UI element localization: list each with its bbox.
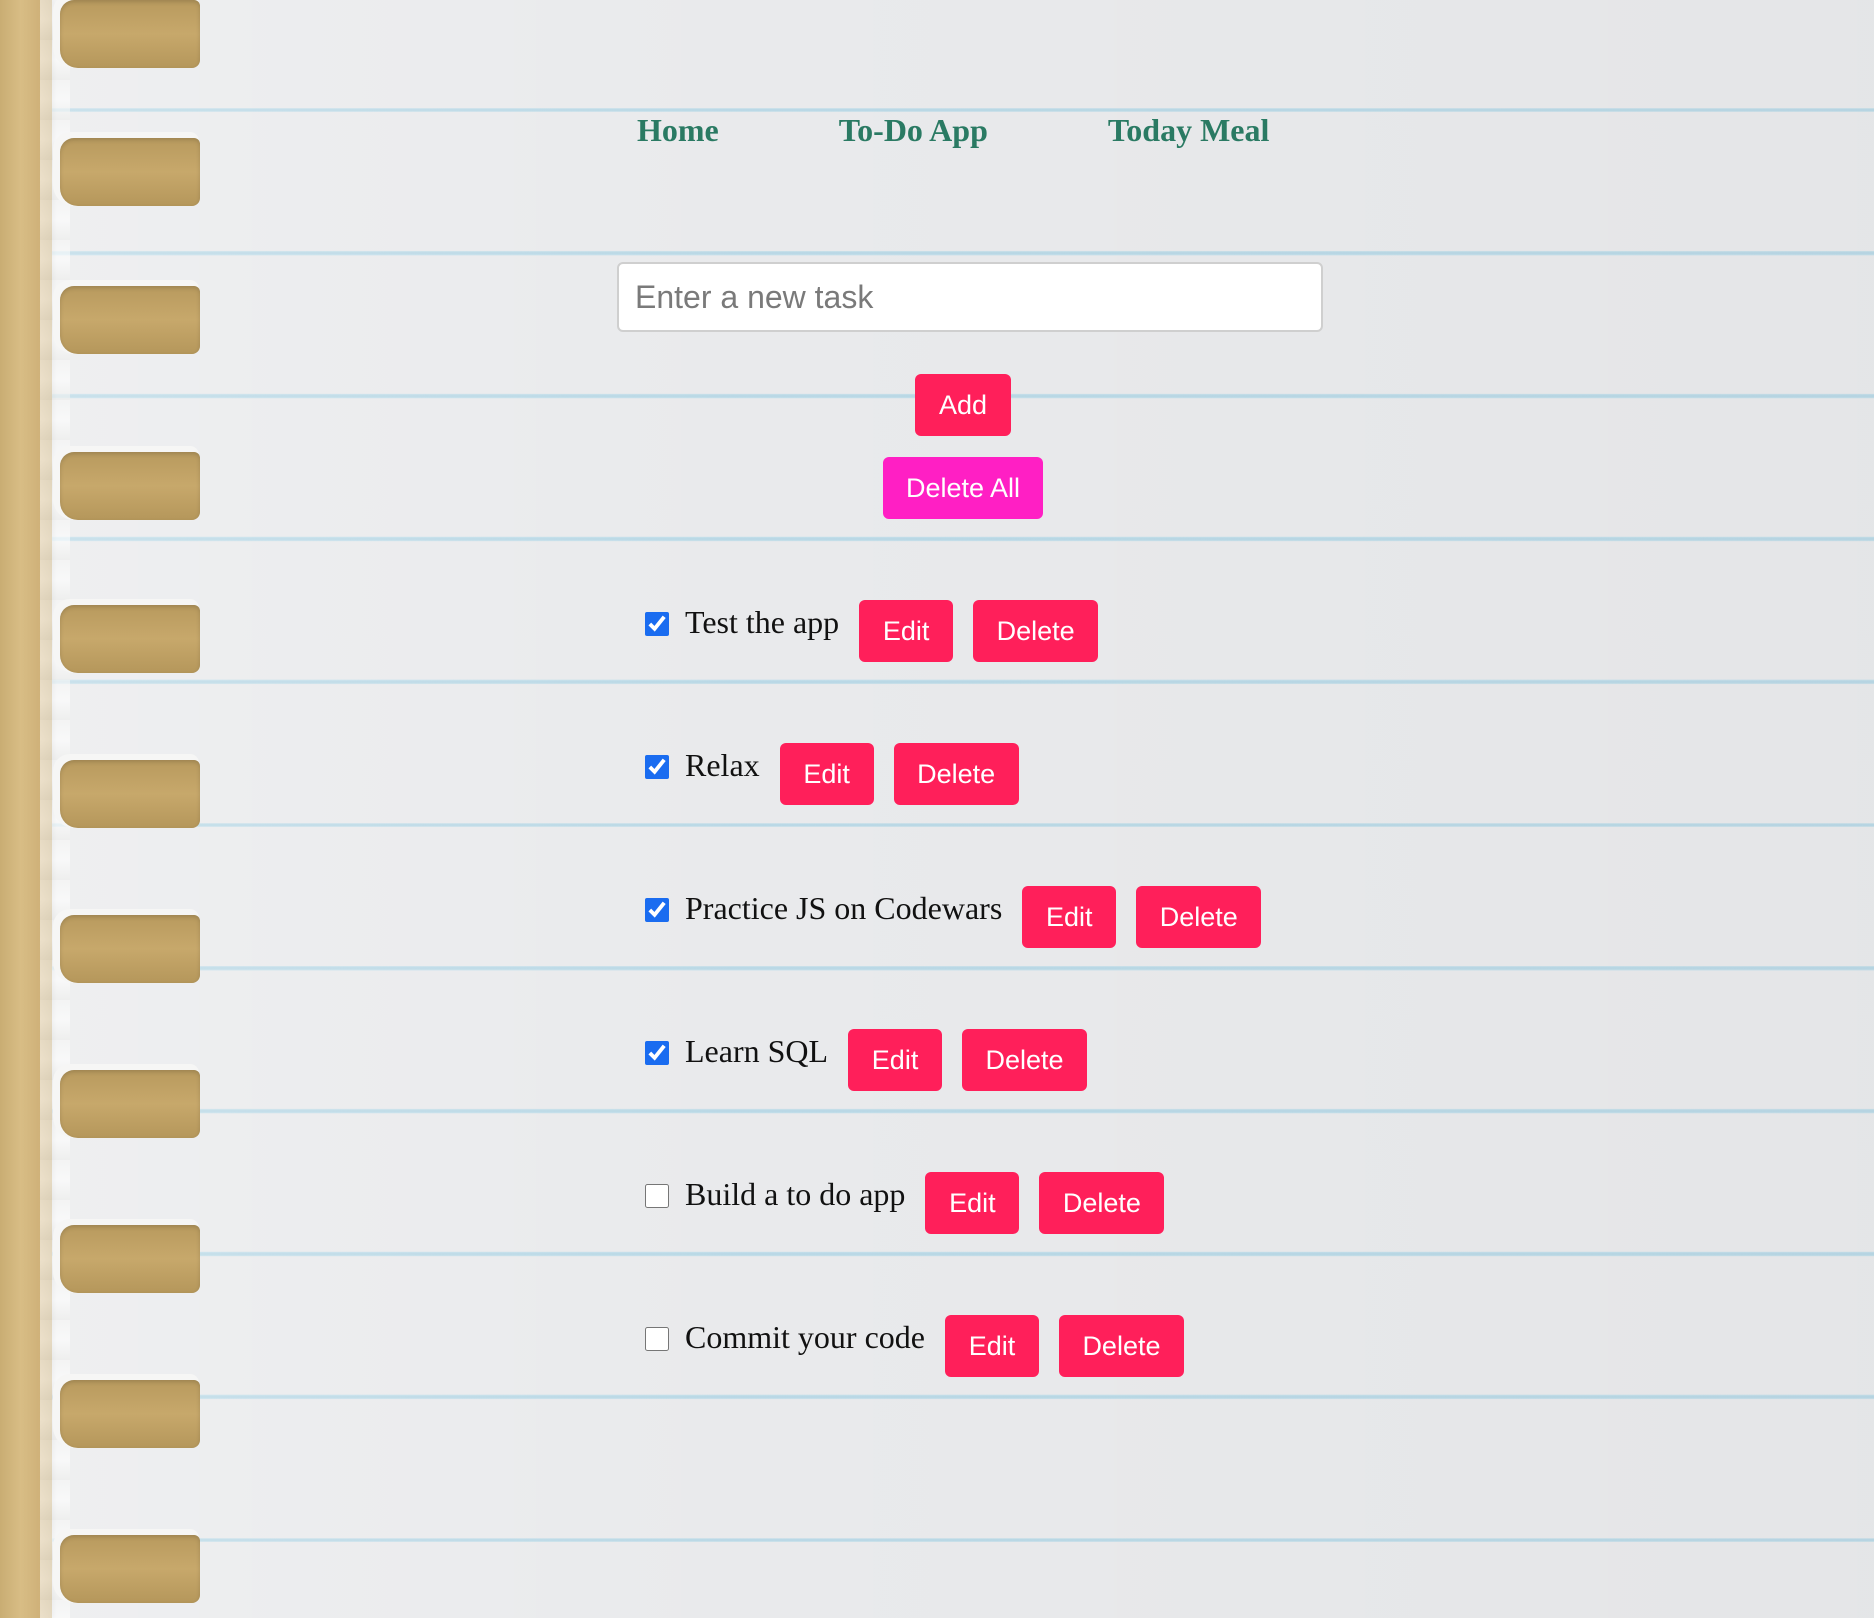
binder-hole (60, 760, 200, 828)
delete-task-button[interactable]: Delete (973, 600, 1099, 662)
task-list: Test the app Edit Delete Relax Edit Dele… (643, 600, 1262, 1458)
task-checkbox[interactable] (645, 898, 669, 922)
main-nav: Home To-Do App Today Meal (637, 112, 1269, 149)
binder-hole (60, 605, 200, 673)
task-item: Relax Edit Delete (643, 743, 1261, 886)
binder-hole (60, 915, 200, 983)
task-checkbox[interactable] (645, 1041, 669, 1065)
nav-link-home[interactable]: Home (637, 112, 719, 149)
delete-task-button[interactable]: Delete (1039, 1172, 1165, 1234)
task-checkbox[interactable] (645, 755, 669, 779)
task-text: Practice JS on Codewars (685, 890, 1003, 926)
task-item: Practice JS on Codewars Edit Delete (643, 886, 1262, 1029)
delete-task-button[interactable]: Delete (1136, 886, 1262, 948)
binder-hole (60, 138, 200, 206)
nav-link-today-meal[interactable]: Today Meal (1108, 112, 1270, 149)
binder-hole (60, 1225, 200, 1293)
new-task-input[interactable] (617, 262, 1323, 332)
delete-task-button[interactable]: Delete (962, 1029, 1088, 1091)
edit-task-button[interactable]: Edit (944, 1315, 1039, 1377)
binder-hole (60, 1535, 200, 1603)
binder-hole (60, 0, 200, 68)
edit-task-button[interactable]: Edit (848, 1029, 943, 1091)
add-button[interactable]: Add (915, 374, 1011, 436)
task-text: Test the app (685, 604, 840, 640)
delete-task-button[interactable]: Delete (1058, 1315, 1184, 1377)
delete-all-button[interactable]: Delete All (883, 457, 1043, 519)
edit-task-button[interactable]: Edit (925, 1172, 1020, 1234)
task-item: Test the app Edit Delete (643, 600, 1261, 743)
task-item: Learn SQL Edit Delete (643, 1029, 1261, 1172)
edit-task-button[interactable]: Edit (859, 600, 954, 662)
task-checkbox[interactable] (645, 1327, 669, 1351)
nav-link-todo-app[interactable]: To-Do App (839, 112, 988, 149)
task-checkbox[interactable] (645, 612, 669, 636)
edit-task-button[interactable]: Edit (1022, 886, 1117, 948)
edit-task-button[interactable]: Edit (779, 743, 874, 805)
binder-hole (60, 1070, 200, 1138)
delete-task-button[interactable]: Delete (893, 743, 1019, 805)
task-text: Build a to do app (685, 1176, 906, 1212)
task-text: Commit your code (685, 1319, 925, 1355)
task-checkbox[interactable] (645, 1184, 669, 1208)
task-text: Relax (685, 747, 760, 783)
binder-hole (60, 286, 200, 354)
binder-hole (60, 452, 200, 520)
task-item: Commit your code Edit Delete (643, 1315, 1261, 1458)
binder-hole (60, 1380, 200, 1448)
task-text: Learn SQL (685, 1033, 829, 1069)
task-item: Build a to do app Edit Delete (643, 1172, 1261, 1315)
